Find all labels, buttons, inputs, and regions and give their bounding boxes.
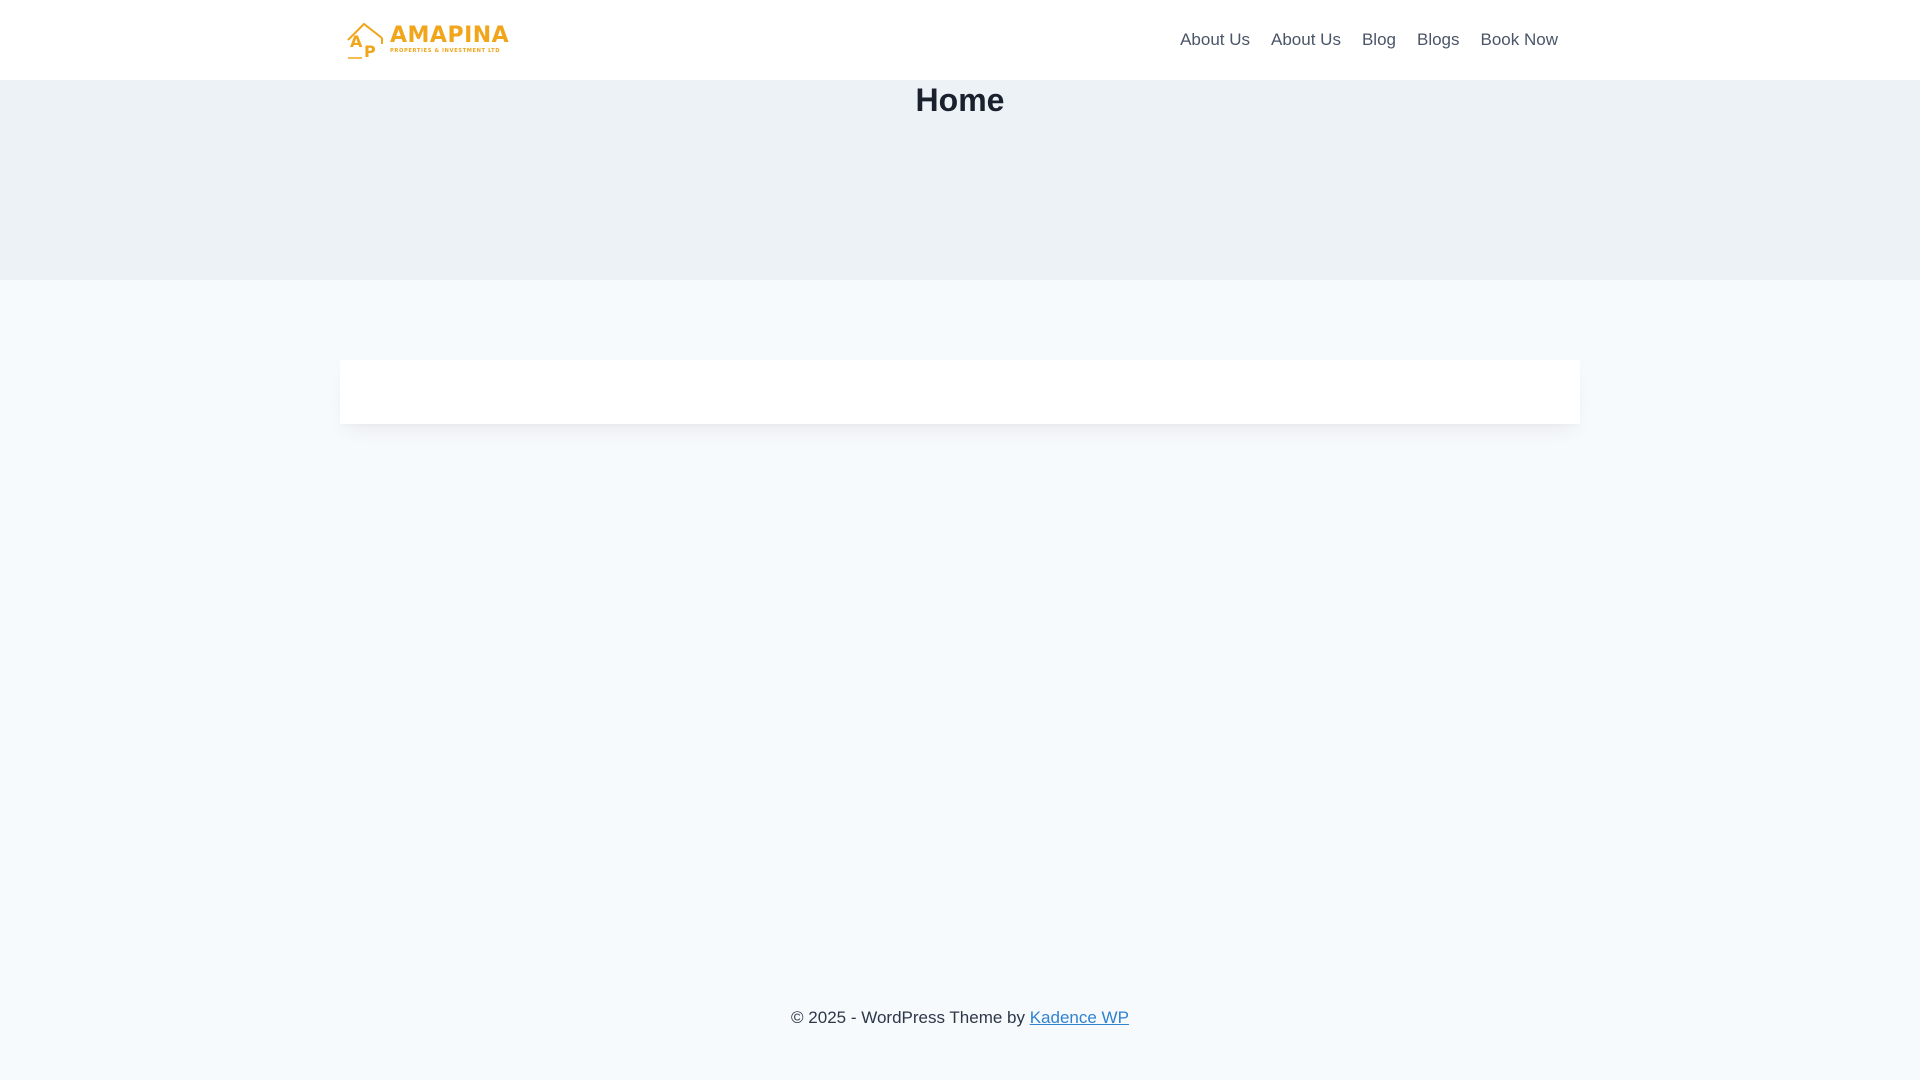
- logo-mark-letter-p: P: [364, 42, 376, 60]
- nav-item-book-now[interactable]: Book Now: [1470, 30, 1558, 50]
- site-logo[interactable]: A P AMAPINA PROPERTIES & INVESTMENT LTD: [346, 20, 532, 60]
- footer-theme-link[interactable]: Kadence WP: [1030, 1008, 1129, 1027]
- site-header: A P AMAPINA PROPERTIES & INVESTMENT LTD …: [0, 0, 1920, 80]
- nav-item-about-us-2[interactable]: About Us: [1261, 30, 1352, 50]
- footer-copyright: © 2025 - WordPress Theme by: [791, 1008, 1030, 1027]
- logo-name: AMAPINA: [390, 23, 510, 49]
- page-title: Home: [915, 82, 1005, 118]
- nav-item-about-us[interactable]: About Us: [1170, 30, 1261, 50]
- nav-item-blog[interactable]: Blog: [1351, 30, 1406, 50]
- content-card: [340, 360, 1580, 424]
- nav-item-blogs[interactable]: Blogs: [1406, 30, 1470, 50]
- logo-house-mark-icon: A P: [347, 22, 383, 60]
- site-footer: © 2025 - WordPress Theme by Kadence WP: [0, 1008, 1920, 1028]
- logo-tagline: PROPERTIES & INVESTMENT LTD: [390, 48, 501, 55]
- logo-mark-letter-a: A: [350, 32, 363, 51]
- primary-nav: About Us About Us Blog Blogs Book Now: [1170, 0, 1558, 80]
